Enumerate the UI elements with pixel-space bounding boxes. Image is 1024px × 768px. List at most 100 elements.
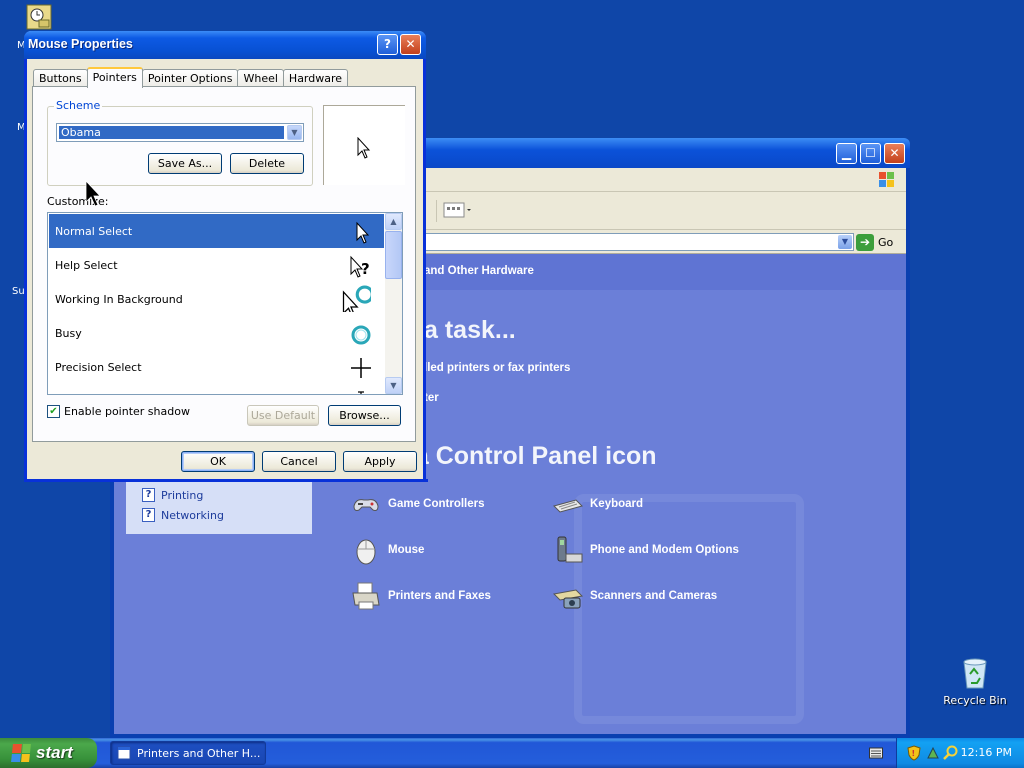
help-icon: ? xyxy=(142,508,155,522)
svg-text:?: ? xyxy=(361,260,370,278)
cursor-row-label: Normal Select xyxy=(55,225,133,238)
tab-strip: Buttons Pointers Pointer Options Wheel H… xyxy=(33,67,349,88)
working-cursor-icon xyxy=(342,285,371,312)
minimize-button[interactable]: ▁ xyxy=(836,143,857,164)
scheme-selected-value: Obama xyxy=(59,126,284,139)
arrow-cursor-icon xyxy=(356,221,370,244)
cursor-row-busy[interactable]: Busy xyxy=(49,316,384,350)
scroll-thumb[interactable] xyxy=(385,231,402,279)
close-button[interactable]: ✕ xyxy=(400,34,421,55)
help-link-networking[interactable]: ? Networking xyxy=(142,508,224,522)
cursor-row-label: Help Select xyxy=(55,259,118,272)
dialog-titlebar[interactable]: Mouse Properties ? ✕ xyxy=(24,31,426,59)
start-label: start xyxy=(36,743,73,762)
help-cursor-icon: ? xyxy=(350,255,370,278)
cursor-row-label: Busy xyxy=(55,327,82,340)
pointers-tab-panel: Scheme Obama ▼ Save As... Delete Customi… xyxy=(32,86,416,442)
help-link-label: Networking xyxy=(161,508,224,522)
cancel-button[interactable]: Cancel xyxy=(262,451,336,472)
search-icon[interactable] xyxy=(943,745,959,761)
go-arrow-icon: ➔ xyxy=(856,233,874,251)
taskbar-button-label: Printers and Other H... xyxy=(137,746,261,760)
enable-pointer-shadow[interactable]: ✔ Enable pointer shadow xyxy=(47,405,190,418)
maximize-button[interactable]: ☐ xyxy=(860,143,881,164)
clock[interactable]: 12:16 PM xyxy=(961,746,1012,759)
cursor-row-working-in-background[interactable]: Working In Background xyxy=(49,282,384,316)
cursor-list[interactable]: Normal Select Help Select ? Working In B… xyxy=(47,212,403,395)
taskbar-button-printers[interactable]: Printers and Other H... xyxy=(110,741,266,765)
windows-logo-icon xyxy=(11,744,31,762)
dialog-border xyxy=(24,479,428,482)
cursor-list-scrollbar[interactable]: ▲ ▼ xyxy=(385,213,402,394)
scheme-legend: Scheme xyxy=(54,99,103,112)
views-button[interactable] xyxy=(436,200,474,222)
cp-item-keyboard[interactable]: Keyboard xyxy=(552,488,643,520)
pointer-shadow-checkbox[interactable]: ✔ xyxy=(47,405,60,418)
tab-pointers[interactable]: Pointers xyxy=(86,67,143,88)
scroll-up-icon[interactable]: ▲ xyxy=(385,213,402,230)
browse-button[interactable]: Browse... xyxy=(328,405,401,426)
control-panel-window-icon xyxy=(117,746,131,760)
cursor-preview xyxy=(323,105,405,185)
cp-item-label: Keyboard xyxy=(590,498,644,510)
cp-item-label: Phone and Modem Options xyxy=(590,544,739,556)
scheme-select[interactable]: Obama ▼ xyxy=(56,123,304,142)
network-icon[interactable] xyxy=(925,745,941,761)
scheduled-tasks-icon xyxy=(26,4,52,30)
cursor-row-label: Precision Select xyxy=(55,361,142,374)
recycle-bin-label: Recycle Bin xyxy=(943,694,1007,707)
go-label: Go xyxy=(878,235,894,249)
tab-buttons[interactable]: Buttons xyxy=(33,69,88,87)
cp-item-phone-modem[interactable]: Phone and Modem Options xyxy=(552,534,739,566)
keyboard-icon xyxy=(553,499,583,513)
cursor-row-normal-select[interactable]: Normal Select xyxy=(49,214,384,248)
chevron-down-icon[interactable]: ▼ xyxy=(838,235,852,249)
text-cursor-icon xyxy=(358,391,364,394)
desktop-label-fragment: Su xyxy=(12,286,25,297)
tab-wheel[interactable]: Wheel xyxy=(237,69,284,87)
cursor-row-precision-select[interactable]: Precision Select xyxy=(49,350,384,384)
views-icon xyxy=(443,202,471,218)
start-button[interactable]: start xyxy=(0,738,97,768)
windows-logo-icon xyxy=(879,172,894,187)
arrow-cursor-icon xyxy=(357,137,371,159)
phone-modem-icon xyxy=(557,536,583,563)
tab-hardware[interactable]: Hardware xyxy=(282,69,349,87)
tab-pointer-options[interactable]: Pointer Options xyxy=(141,69,239,87)
security-shield-icon[interactable]: ! xyxy=(907,745,921,761)
desktop-icon-recycle-bin[interactable]: Recycle Bin xyxy=(940,656,1010,707)
chevron-down-icon[interactable]: ▼ xyxy=(287,125,302,140)
cursor-row-help-select[interactable]: Help Select ? xyxy=(49,248,384,282)
ok-button[interactable]: OK xyxy=(181,451,255,472)
help-link-printing[interactable]: ? Printing xyxy=(142,488,203,502)
dialog-border xyxy=(24,59,27,482)
icon-heading: k a Control Panel icon xyxy=(394,442,657,470)
pointer-shadow-label: Enable pointer shadow xyxy=(64,405,190,418)
help-button[interactable]: ? xyxy=(377,34,398,55)
crosshair-cursor-icon xyxy=(351,358,371,378)
close-button[interactable]: ✕ xyxy=(884,143,905,164)
category-title: and Other Hardware xyxy=(424,265,534,277)
task-link[interactable]: ter xyxy=(424,392,439,404)
mouse-pointer-icon xyxy=(85,180,101,207)
save-as-button[interactable]: Save As... xyxy=(148,153,222,174)
busy-cursor-icon xyxy=(351,325,371,345)
game-controller-icon xyxy=(353,499,379,511)
delete-button[interactable]: Delete xyxy=(230,153,304,174)
cp-item-label: Scanners and Cameras xyxy=(590,590,718,602)
task-link[interactable]: lled printers or fax printers xyxy=(424,362,570,374)
cursor-row-text-select[interactable] xyxy=(49,384,384,394)
cp-item-label: Mouse xyxy=(388,544,425,556)
use-default-button: Use Default xyxy=(247,405,319,426)
svg-text:!: ! xyxy=(912,749,916,758)
cp-item-mouse[interactable]: Mouse xyxy=(350,534,424,566)
cp-item-printers-faxes[interactable]: Printers and Faxes xyxy=(350,580,491,612)
task-heading: a task... xyxy=(424,316,516,344)
scroll-down-icon[interactable]: ▼ xyxy=(385,377,402,394)
apply-button[interactable]: Apply xyxy=(343,451,417,472)
cp-item-game-controllers[interactable]: Game Controllers xyxy=(350,488,485,520)
address-input[interactable]: ▼ xyxy=(424,233,854,251)
go-button[interactable]: ➔ Go xyxy=(856,233,904,251)
desktop-icon-top[interactable] xyxy=(26,4,52,30)
cp-item-scanners-cameras[interactable]: Scanners and Cameras xyxy=(552,580,717,612)
